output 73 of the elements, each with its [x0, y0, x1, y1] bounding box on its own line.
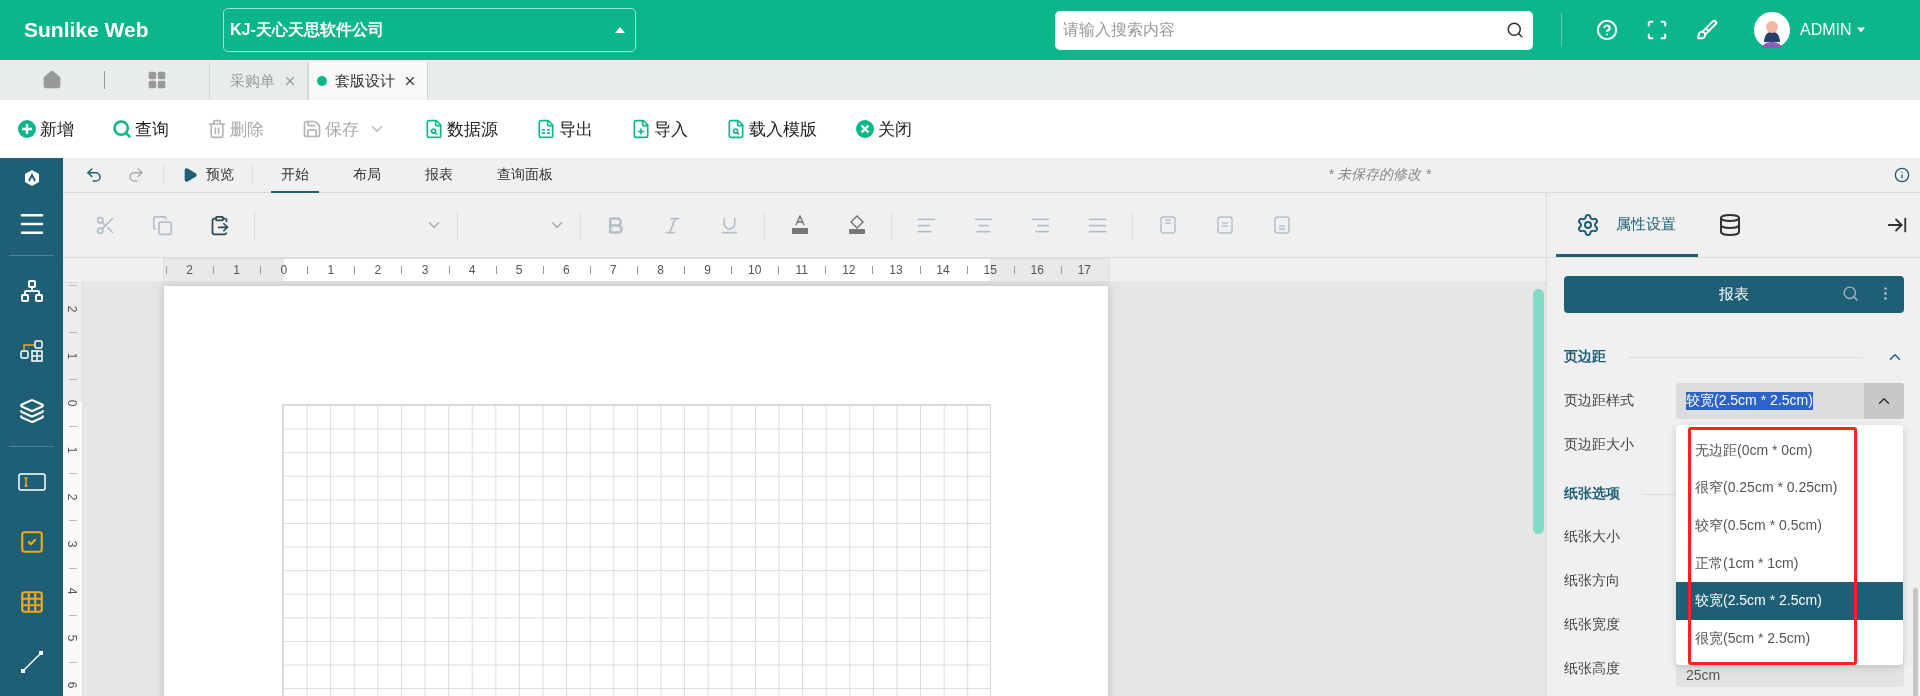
- database-icon: [1718, 212, 1742, 237]
- avatar-icon[interactable]: [1754, 12, 1790, 48]
- help-icon[interactable]: [1596, 19, 1618, 41]
- logo-icon[interactable]: [22, 169, 41, 187]
- ribbon-tab[interactable]: 报表: [415, 157, 463, 193]
- unsaved-note: * 未保存的修改 *: [1327, 166, 1431, 184]
- toolbar-button[interactable]: 数据源: [424, 117, 498, 141]
- ribbon-tab[interactable]: 查询面板: [487, 157, 563, 193]
- caret-icon: [615, 27, 625, 33]
- section-title: 纸张选项: [1564, 485, 1620, 503]
- gear-icon: [1576, 212, 1600, 237]
- section-title: 页边距: [1564, 348, 1606, 366]
- file-search-icon: [424, 119, 444, 139]
- field-label: 纸张大小: [1564, 528, 1621, 546]
- toolbar-button[interactable]: 新增: [17, 117, 74, 141]
- undo-icon: [85, 166, 103, 184]
- grid-icon[interactable]: [147, 70, 167, 90]
- home-icon[interactable]: [42, 70, 62, 90]
- align-bottom-icon: [1271, 215, 1292, 235]
- search-icon[interactable]: [1506, 20, 1524, 39]
- toolbar-button[interactable]: 导出: [536, 117, 593, 141]
- scrollbar-thumb[interactable]: [1533, 289, 1544, 534]
- components-icon[interactable]: [18, 338, 45, 364]
- fullscreen-icon[interactable]: [1646, 19, 1668, 41]
- plus-icon: [17, 119, 37, 139]
- checkbox-icon[interactable]: [18, 529, 45, 555]
- search-icon: [112, 119, 132, 139]
- dropdown-option[interactable]: 很窄(0.25cm * 0.25cm): [1676, 469, 1903, 508]
- layers-icon[interactable]: [18, 398, 45, 424]
- spreadsheet-icon: [536, 119, 556, 139]
- dropdown-option[interactable]: 较窄(0.5cm * 0.5cm): [1676, 507, 1903, 545]
- vertical-ruler: 2 1 0 1 2 3 4 5 6: [63, 283, 83, 696]
- caret-icon: [1856, 27, 1865, 33]
- toolbar-button[interactable]: 导入: [631, 117, 688, 141]
- dropdown-option[interactable]: 正常(1cm * 1cm): [1676, 544, 1903, 583]
- hierarchy-icon[interactable]: [19, 279, 44, 303]
- horizontal-ruler: 2 1 0 1 2 3 4 5 6 7 8 9 10 11 12 13 14 15 16 17: [163, 258, 1110, 282]
- play-icon: [182, 167, 198, 183]
- broom-icon[interactable]: [1696, 19, 1718, 41]
- trash-icon: [207, 119, 227, 139]
- redo-icon: [127, 166, 145, 184]
- line-icon[interactable]: [19, 650, 44, 674]
- copy-icon: [152, 214, 173, 236]
- select-field[interactable]: 较宽(2.5cm * 2.5cm): [1676, 383, 1904, 419]
- table-icon[interactable]: [18, 589, 45, 615]
- text-field-icon[interactable]: [17, 472, 46, 492]
- save-icon: [302, 119, 322, 139]
- search-field[interactable]: 请输入搜索内容: [1055, 10, 1533, 50]
- info-icon[interactable]: [1894, 167, 1910, 183]
- field-label: 页边距样式: [1564, 392, 1635, 410]
- toolbar-button[interactable]: 载入模版: [726, 117, 817, 141]
- file-plus-icon: [631, 119, 651, 139]
- page-tab[interactable]: 套版设计: [308, 62, 428, 100]
- dropdown-option[interactable]: 较宽(2.5cm * 2.5cm): [1676, 582, 1903, 620]
- close-icon[interactable]: [403, 74, 417, 88]
- align-top-icon: [1157, 215, 1178, 235]
- dropdown-option[interactable]: 无边距(0cm * 0cm): [1676, 432, 1903, 470]
- close-icon: [855, 119, 875, 139]
- field-label: 纸张方向: [1564, 572, 1621, 590]
- report-button[interactable]: 报表: [1564, 276, 1904, 313]
- scissors-icon: [95, 214, 116, 236]
- field-label: 纸张高度: [1564, 660, 1621, 678]
- field-label: 页边距大小: [1564, 436, 1635, 454]
- file-search-icon: [726, 119, 746, 139]
- active-dot: [317, 76, 327, 86]
- toolbar-button[interactable]: 查询: [112, 117, 169, 141]
- field-label: 纸张宽度: [1564, 616, 1621, 634]
- paste-icon: [209, 214, 230, 236]
- panel-tab[interactable]: 属性设置: [1556, 195, 1698, 257]
- align-middle-icon: [1214, 215, 1235, 235]
- toolbar-button[interactable]: 关闭: [855, 117, 912, 141]
- preview-button[interactable]: 预览: [170, 166, 246, 184]
- ribbon-tab[interactable]: 布局: [343, 157, 391, 193]
